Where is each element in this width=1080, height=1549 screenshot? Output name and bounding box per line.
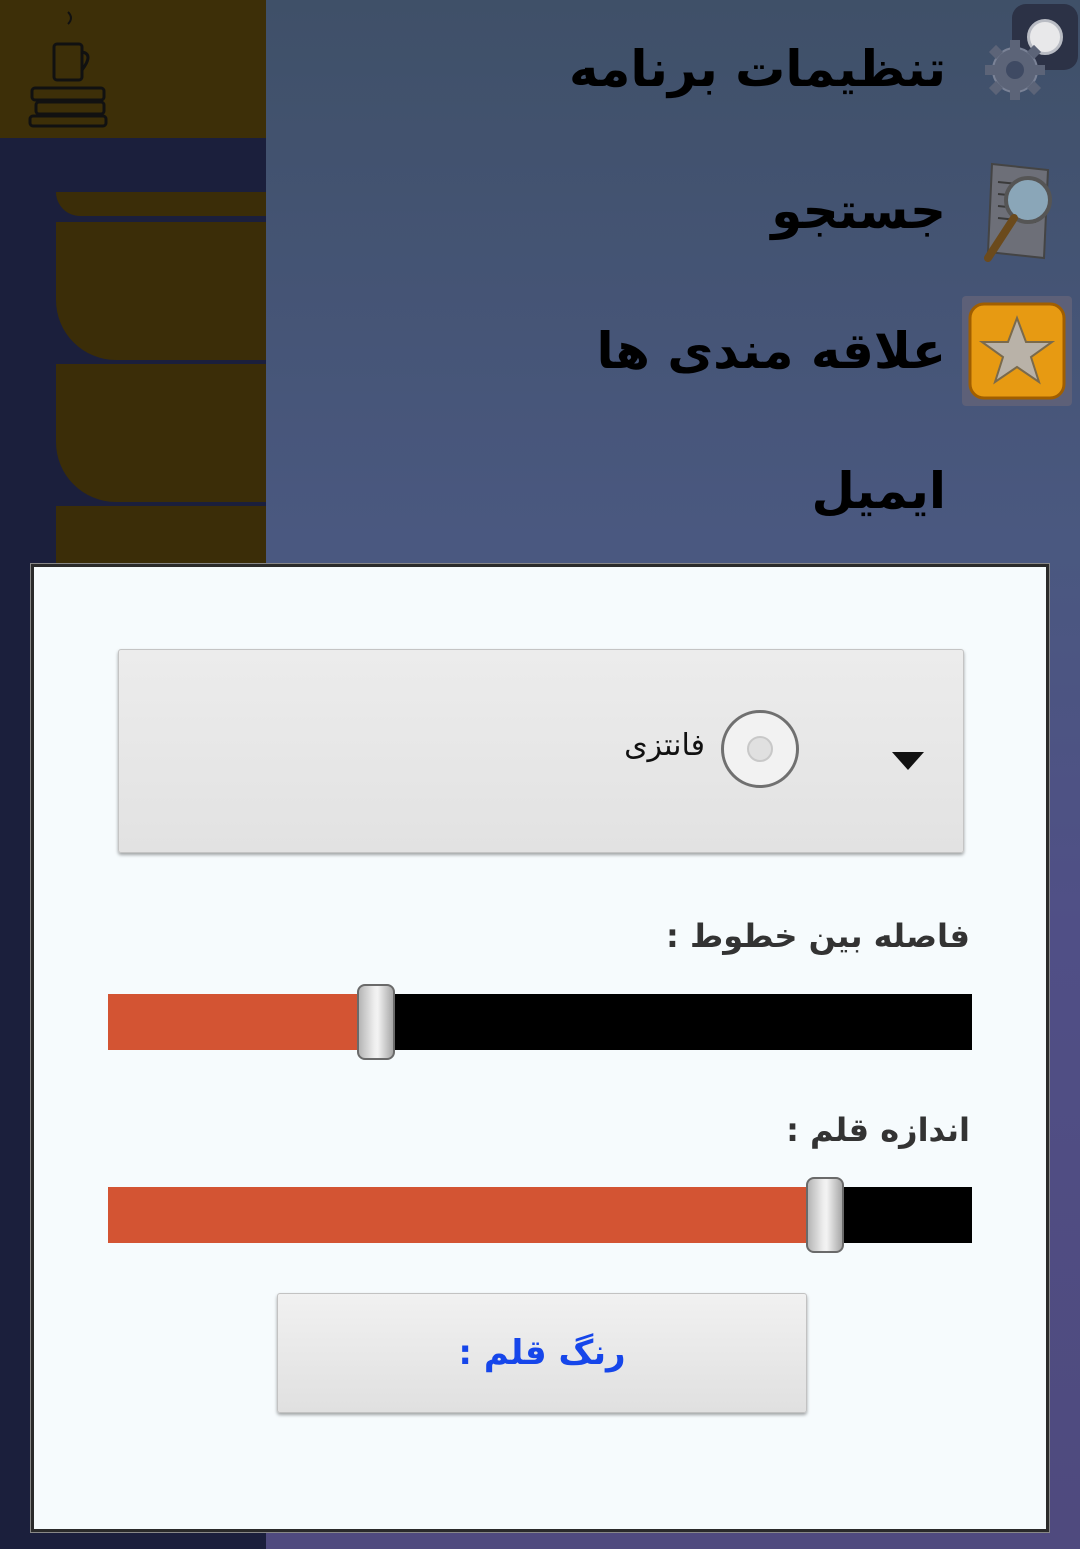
background-panel bbox=[56, 192, 266, 216]
line-spacing-slider[interactable] bbox=[108, 984, 972, 1060]
menu-item-label: تنظیمات برنامه bbox=[569, 40, 946, 98]
dropdown-arrow-icon bbox=[892, 752, 924, 770]
radio-button[interactable] bbox=[721, 710, 799, 788]
font-type-dropdown[interactable]: فانتزی bbox=[118, 649, 964, 853]
font-color-button[interactable]: رنگ قلم : bbox=[277, 1293, 807, 1413]
slider-thumb[interactable] bbox=[357, 984, 395, 1060]
menu-item-label: علاقه مندی ها bbox=[596, 322, 946, 380]
slider-fill bbox=[108, 994, 376, 1050]
line-spacing-label: فاصله بین خطوط : bbox=[666, 917, 970, 955]
background-panel bbox=[56, 222, 266, 360]
background-panel bbox=[56, 364, 266, 502]
slider-fill bbox=[108, 1187, 825, 1243]
background-app-header bbox=[0, 0, 266, 138]
radio-dot bbox=[747, 736, 773, 762]
star-icon bbox=[968, 302, 1066, 400]
font-type-selected: فانتزی bbox=[624, 728, 705, 763]
font-settings-dialog: فانتزی فاصله بین خطوط : اندازه قلم : رنگ… bbox=[31, 564, 1049, 1532]
background-panel bbox=[56, 506, 266, 566]
coffee-books-icon bbox=[28, 11, 108, 128]
slider-thumb[interactable] bbox=[806, 1177, 844, 1253]
font-size-label: اندازه قلم : bbox=[786, 1111, 970, 1149]
font-size-slider[interactable] bbox=[108, 1177, 972, 1253]
search-document-icon bbox=[984, 162, 1052, 262]
menu-item-label: جستجو bbox=[771, 182, 946, 240]
menu-item-label: ایمیل bbox=[811, 462, 946, 520]
star-tile bbox=[962, 296, 1072, 406]
gear-icon bbox=[985, 40, 1045, 100]
